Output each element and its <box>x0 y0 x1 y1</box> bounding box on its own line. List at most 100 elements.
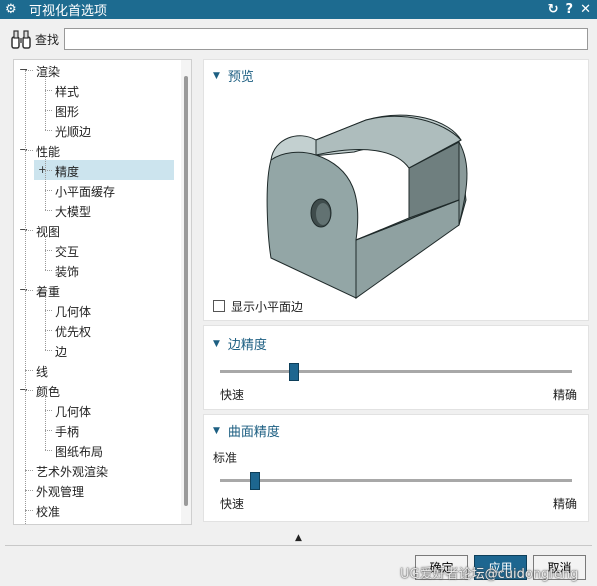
tree-scrollbar[interactable] <box>181 60 191 524</box>
window-title: 可视化首选项 <box>29 4 108 19</box>
edge-precision-track[interactable] <box>220 370 572 373</box>
tree-item-label: 视图 <box>36 225 61 239</box>
surface-precision-panel: ▼ 曲面精度 标准 快速 精确 <box>203 414 589 522</box>
tree-item[interactable]: 外观管理 <box>14 480 174 500</box>
tree-connector <box>45 450 52 451</box>
tree-item-label: 样式 <box>55 85 80 99</box>
tree-item[interactable]: 交互 <box>14 240 174 260</box>
tree-item[interactable]: − 视图 <box>14 220 174 240</box>
tree-connector <box>45 190 52 191</box>
tree-item-label: 优先权 <box>55 325 92 339</box>
tree-connector <box>45 330 52 331</box>
settings-gear-icon[interactable]: ⚙ <box>5 2 23 17</box>
tree-connector <box>25 70 33 71</box>
preview-model-image <box>266 114 468 300</box>
tree-connector <box>45 210 52 211</box>
tree-item[interactable]: 艺术外观渲染 <box>14 460 174 480</box>
tree-item[interactable]: 边 <box>14 340 174 360</box>
tree-connector <box>25 510 33 511</box>
tree-item[interactable]: 图形 <box>14 100 174 120</box>
tree-item-label: 校准 <box>36 505 61 519</box>
tree-item[interactable]: − 渲染 <box>14 60 174 80</box>
tree-item[interactable]: 装饰 <box>14 260 174 280</box>
show-facet-edges-label: 显示小平面边 <box>231 300 304 314</box>
tree-connector <box>45 90 52 91</box>
tree-connector <box>25 70 26 524</box>
tree-item[interactable]: 样式 <box>14 80 174 100</box>
tree-item-label: 图纸布局 <box>55 445 104 459</box>
tree-item[interactable]: − 着重 <box>14 280 174 300</box>
tree-item-label: 艺术外观渲染 <box>36 465 109 479</box>
tree-item[interactable]: 优先权 <box>14 320 174 340</box>
search-label: 查找 <box>35 32 60 47</box>
tree-connector <box>45 270 52 271</box>
tree-connector <box>25 150 33 151</box>
tree-item[interactable]: 图纸布局 <box>14 440 174 460</box>
tree-connector <box>25 390 33 391</box>
tree-item-label: 小平面缓存 <box>55 185 116 199</box>
tree-connector <box>45 250 52 251</box>
tree-scroll-thumb[interactable] <box>184 76 188 506</box>
tree-item[interactable]: − 颜色 <box>14 380 174 400</box>
tree-item-label: 图形 <box>55 105 80 119</box>
collapse-triangle-icon: ▼ <box>213 338 220 349</box>
tree-item-label: 线 <box>36 365 49 379</box>
tree-connector <box>45 396 46 450</box>
surface-precision-slider-thumb[interactable] <box>250 472 261 490</box>
tree-item[interactable]: 线 <box>14 360 174 380</box>
watermark-text: UG爱好者论坛@cuidongfeng <box>400 567 579 582</box>
tree-item-label: 大模型 <box>55 205 92 219</box>
collapse-triangle-icon: ▼ <box>213 425 220 436</box>
tree-connector <box>45 236 46 270</box>
tree-item[interactable]: 几何体 <box>14 300 174 320</box>
tree-item[interactable]: 小平面缓存 <box>14 180 174 200</box>
tree-item-label: 性能 <box>36 145 61 159</box>
tree-item[interactable]: + 精度 <box>34 160 174 180</box>
tree-connector <box>45 110 52 111</box>
tree-connector <box>45 296 46 350</box>
tree-item[interactable]: 几何体 <box>14 400 174 420</box>
surface-precise-label: 精确 <box>552 497 577 511</box>
tree-item[interactable]: 显示驱动 <box>14 520 174 524</box>
tree-item-label: 装饰 <box>55 265 80 279</box>
tree-item[interactable]: 大模型 <box>14 200 174 220</box>
preview-panel: ▼ 预览 显示小平面边 <box>203 59 589 321</box>
search-bar: 查找 <box>0 24 597 54</box>
tree-item[interactable]: 手柄 <box>14 420 174 440</box>
surface-fast-label: 快速 <box>220 497 245 511</box>
tree-item[interactable]: − 性能 <box>14 140 174 160</box>
edge-precision-slider-thumb[interactable] <box>288 363 299 381</box>
tree-connector <box>45 350 52 351</box>
tree-item[interactable]: 校准 <box>14 500 174 520</box>
tree-connector <box>25 370 33 371</box>
tree-item[interactable]: 光顺边 <box>14 120 174 140</box>
tree-item-label: 显示驱动 <box>36 523 84 524</box>
tree-item-label: 精度 <box>55 165 80 179</box>
tree-connector <box>25 470 33 471</box>
search-input[interactable] <box>64 28 589 50</box>
close-icon[interactable]: ✕ <box>580 2 591 17</box>
tree-connector <box>45 156 46 210</box>
tree-connector <box>25 230 33 231</box>
edge-precision-header[interactable]: ▼ 边精度 <box>213 334 267 353</box>
reset-icon[interactable]: ↻ <box>548 2 559 17</box>
tree-connector <box>45 430 52 431</box>
tree-item-label: 颜色 <box>36 385 61 399</box>
tree-item-label: 几何体 <box>55 305 92 319</box>
help-icon[interactable]: ? <box>566 2 574 17</box>
surface-precision-header[interactable]: ▼ 曲面精度 <box>213 421 280 440</box>
edge-precision-title: 边精度 <box>227 338 267 353</box>
edge-precision-panel: ▼ 边精度 快速 精确 <box>203 325 589 410</box>
tree-connector <box>25 490 33 491</box>
show-facet-edges-checkbox[interactable] <box>213 300 225 312</box>
tree-item-label: 光顺边 <box>55 125 92 139</box>
title-bar: ⚙ 可视化首选项 ↻ ? ✕ <box>0 0 597 19</box>
surface-precision-subtitle: 标准 <box>213 451 238 465</box>
tree-item-label: 交互 <box>55 245 80 259</box>
surface-precision-track[interactable] <box>220 479 572 482</box>
tree-item-label: 边 <box>55 345 68 359</box>
tree-connector <box>45 170 52 171</box>
collapse-up-arrow-icon[interactable]: ▲ <box>295 533 302 543</box>
tree-item-label: 几何体 <box>55 405 92 419</box>
tree-connector <box>25 290 33 291</box>
